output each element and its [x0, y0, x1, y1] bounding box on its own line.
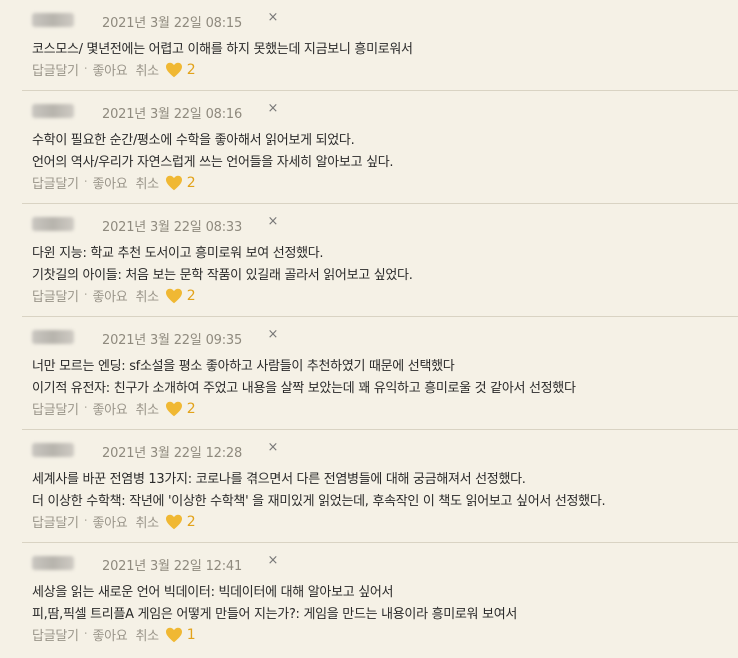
cancel-like-button[interactable]: 취소: [135, 625, 159, 644]
reply-button[interactable]: 답글달기: [32, 60, 79, 79]
comment-item: 2021년 3월 22일 09:35 × 너만 모르는 엔딩: sf소설을 평소…: [22, 316, 738, 428]
delete-comment-button[interactable]: ×: [266, 327, 280, 343]
comment-author: [32, 10, 74, 30]
cancel-like-button[interactable]: 취소: [135, 173, 159, 192]
author-name-blurred: [32, 556, 74, 570]
cancel-like-button[interactable]: 취소: [135, 512, 159, 531]
reply-button[interactable]: 답글달기: [32, 512, 79, 531]
divider: ·: [83, 62, 88, 77]
comment-text-line: 세상을 읽는 새로운 언어 빅데이터: 빅데이터에 대해 알아보고 싶어서: [32, 585, 394, 600]
like-count: 2: [186, 174, 196, 191]
comment-author: [32, 214, 74, 234]
comment-text-line: 세계사를 바꾼 전염병 13가지: 코로나를 겪으면서 다른 전염병들에 대해 …: [32, 472, 526, 487]
divider: ·: [83, 288, 88, 303]
reply-button[interactable]: 답글달기: [32, 625, 79, 644]
heart-icon: [165, 401, 182, 416]
comment-author: [32, 101, 74, 121]
like-button[interactable]: 좋아요: [92, 512, 127, 531]
author-name-blurred: [32, 217, 74, 231]
author-name-blurred: [32, 13, 74, 27]
like-count: 1: [186, 626, 196, 643]
comment-author: [32, 440, 74, 460]
comment-date: 2021년 3월 22일 12:41: [102, 559, 243, 574]
comment-item: 2021년 3월 22일 12:41 × 세상을 읽는 새로운 언어 빅데이터:…: [22, 542, 738, 654]
delete-comment-button[interactable]: ×: [266, 10, 280, 26]
divider: ·: [83, 401, 88, 416]
cancel-like-button[interactable]: 취소: [135, 399, 159, 418]
comment-actions: 답글달기 · 좋아요 취소 2: [32, 286, 196, 306]
heart-icon: [165, 627, 182, 642]
heart-icon: [165, 288, 182, 303]
comment-item: 2021년 3월 22일 12:28 × 세계사를 바꾼 전염병 13가지: 코…: [22, 429, 738, 541]
comment-text-line: 코스모스/ 몇년전에는 어렵고 이해를 하지 못했는데 지금보니 흥미로워서: [32, 42, 413, 57]
divider: ·: [83, 627, 88, 642]
like-button[interactable]: 좋아요: [92, 286, 127, 305]
like-button[interactable]: 좋아요: [92, 625, 127, 644]
comment-date: 2021년 3월 22일 09:35: [102, 333, 243, 348]
like-button[interactable]: 좋아요: [92, 60, 127, 79]
heart-icon: [165, 514, 182, 529]
heart-icon: [165, 62, 182, 77]
reply-button[interactable]: 답글달기: [32, 173, 79, 192]
author-name-blurred: [32, 443, 74, 457]
comment-text-line: 언어의 역사/우리가 자연스럽게 쓰는 언어들을 자세히 알아보고 싶다.: [32, 155, 394, 170]
comment-actions: 답글달기 · 좋아요 취소 1: [32, 625, 196, 645]
delete-comment-button[interactable]: ×: [266, 214, 280, 230]
comment-item: 2021년 3월 22일 08:16 × 수학이 필요한 순간/평소에 수학을 …: [22, 90, 738, 202]
comment-item: 2021년 3월 22일 08:33 × 다윈 지능: 학교 추천 도서이고 흥…: [22, 203, 738, 315]
reply-button[interactable]: 답글달기: [32, 399, 79, 418]
comment-text-line: 수학이 필요한 순간/평소에 수학을 좋아해서 읽어보게 되었다.: [32, 133, 355, 148]
heart-icon: [165, 175, 182, 190]
like-button[interactable]: 좋아요: [92, 399, 127, 418]
like-count: 2: [186, 400, 196, 417]
author-name-blurred: [32, 330, 74, 344]
comment-author: [32, 327, 74, 347]
cancel-like-button[interactable]: 취소: [135, 286, 159, 305]
comment-text-line: 이기적 유전자: 친구가 소개하여 주었고 내용을 살짝 보았는데 꽤 유익하고…: [32, 381, 576, 396]
like-count: 2: [186, 513, 196, 530]
divider: ·: [83, 175, 88, 190]
reply-button[interactable]: 답글달기: [32, 286, 79, 305]
like-count: 2: [186, 287, 196, 304]
comment-date: 2021년 3월 22일 08:15: [102, 16, 243, 31]
comment-text-line: 너만 모르는 엔딩: sf소설을 평소 좋아하고 사람들이 추천하였기 때문에 …: [32, 359, 455, 374]
delete-comment-button[interactable]: ×: [266, 440, 280, 456]
comment-actions: 답글달기 · 좋아요 취소 2: [32, 512, 196, 532]
divider: ·: [83, 514, 88, 529]
author-name-blurred: [32, 104, 74, 118]
comment-actions: 답글달기 · 좋아요 취소 2: [32, 60, 196, 80]
comment-actions: 답글달기 · 좋아요 취소 2: [32, 173, 196, 193]
comment-text-line: 기찻길의 아이들: 처음 보는 문학 작품이 있길래 골라서 읽어보고 싶었다.: [32, 268, 413, 283]
comment-date: 2021년 3월 22일 08:16: [102, 107, 243, 122]
comment-date: 2021년 3월 22일 12:28: [102, 446, 243, 461]
comment-text-line: 피,땀,픽셀 트리플A 게임은 어떻게 만들어 지는가?: 게임을 만드는 내용…: [32, 607, 518, 622]
comment-actions: 답글달기 · 좋아요 취소 2: [32, 399, 196, 419]
comment-text-line: 더 이상한 수학책: 작년에 '이상한 수학책' 을 재미있게 읽었는데, 후속…: [32, 494, 606, 509]
like-count: 2: [186, 61, 196, 78]
comment-text-line: 다윈 지능: 학교 추천 도서이고 흥미로워 보여 선정했다.: [32, 246, 324, 261]
comment-list: 2021년 3월 22일 08:15 × 코스모스/ 몇년전에는 어렵고 이해를…: [0, 0, 738, 658]
delete-comment-button[interactable]: ×: [266, 553, 280, 569]
comment-date: 2021년 3월 22일 08:33: [102, 220, 243, 235]
cancel-like-button[interactable]: 취소: [135, 60, 159, 79]
delete-comment-button[interactable]: ×: [266, 101, 280, 117]
like-button[interactable]: 좋아요: [92, 173, 127, 192]
comment-author: [32, 553, 74, 573]
